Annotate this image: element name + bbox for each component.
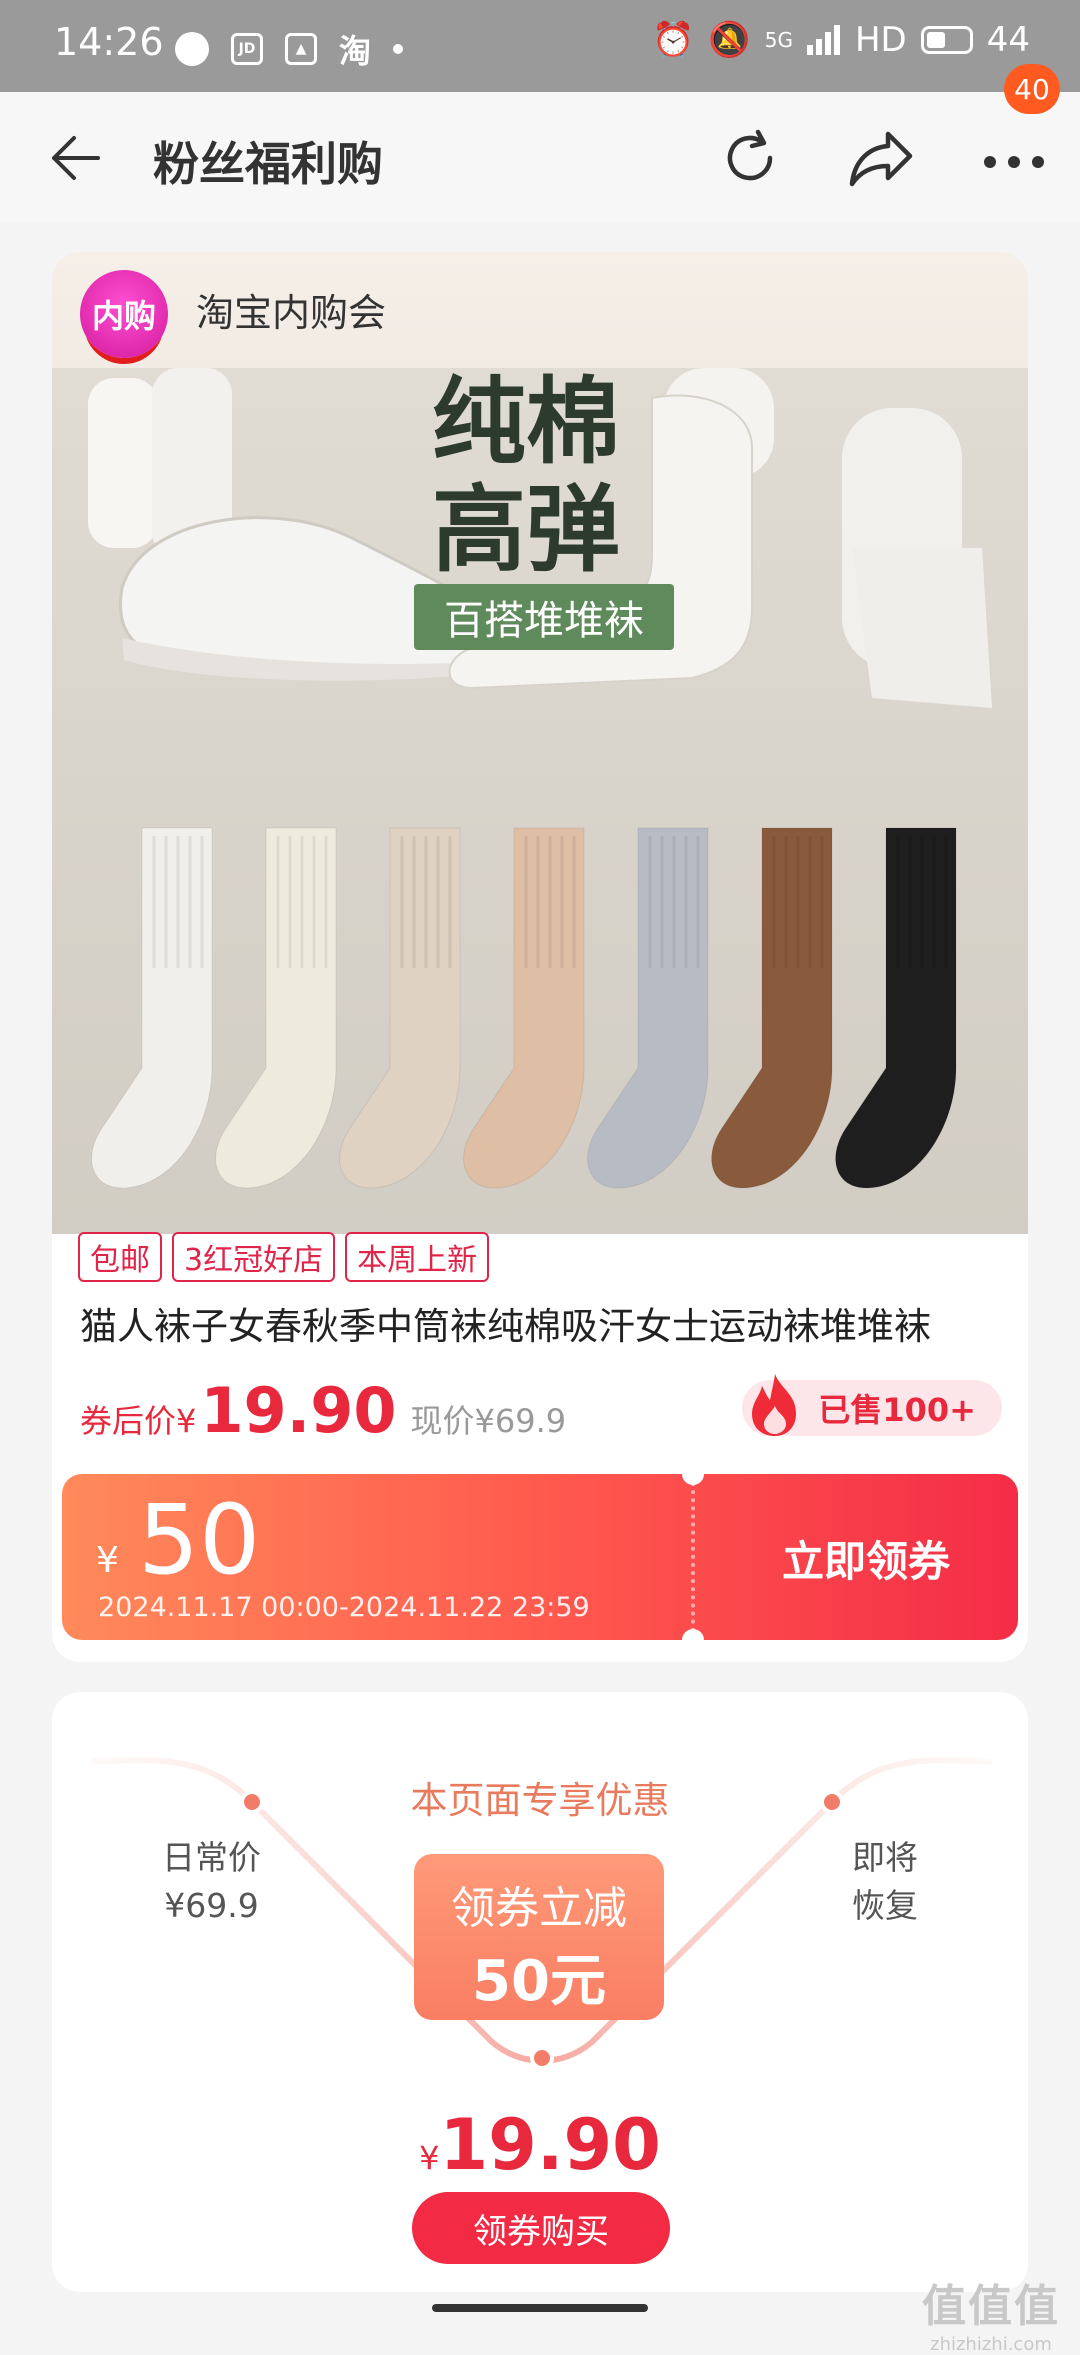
title-bar: 粉丝福利购 bbox=[0, 92, 1080, 222]
fire-icon bbox=[752, 1374, 797, 1436]
sock-6 bbox=[711, 827, 833, 1189]
page-title: 粉丝福利购 bbox=[153, 137, 383, 191]
product-card: 内购 淘宝内购会 纯棉 高弹 百搭堆堆袜 包邮 3红冠好店 本周上新 猫人袜子女… bbox=[52, 252, 1028, 1662]
coupon-notch-bottom bbox=[682, 1629, 704, 1640]
battery-icon bbox=[920, 26, 973, 54]
after-coupon-label: 券后价 bbox=[80, 1402, 177, 1440]
alarm-icon: ⏰ bbox=[652, 20, 695, 60]
claim-coupon-button[interactable]: 立即领券 bbox=[782, 1528, 950, 1589]
sock-7 bbox=[835, 827, 957, 1189]
discount-box: 领券立减 50元 bbox=[414, 1854, 664, 2020]
more-notifications-icon bbox=[393, 44, 404, 54]
daily-price-value: ¥69.9 bbox=[164, 1886, 259, 1925]
shop-name: 淘宝内购会 bbox=[196, 291, 387, 335]
coupon-validity: 2024.11.17 00:00-2024.11.22 23:59 bbox=[98, 1592, 590, 1623]
daily-price-label: 日常价 bbox=[162, 1838, 261, 1877]
more-icon[interactable] bbox=[982, 142, 1046, 182]
tag-good-shop: 3红冠好店 bbox=[172, 1232, 336, 1282]
sock-3 bbox=[339, 827, 461, 1189]
coupon-notch-top bbox=[682, 1474, 704, 1485]
chat-bubble-icon bbox=[175, 32, 209, 66]
sock-4 bbox=[463, 827, 585, 1189]
sock-2 bbox=[215, 827, 337, 1189]
sold-label: 已售100+ bbox=[818, 1391, 976, 1429]
watermark: 值值值 zhizhizhi.com bbox=[922, 2281, 1060, 2355]
final-price: ¥19.90 bbox=[419, 2104, 661, 2186]
tag-new-this-week: 本周上新 bbox=[345, 1232, 490, 1282]
coupon-amount: 50 bbox=[138, 1484, 261, 1596]
restore-block: 即将 恢复 bbox=[852, 1838, 918, 1925]
buy-with-coupon-button[interactable]: 领券购买 bbox=[412, 2192, 670, 2264]
product-tags: 包邮 3红冠好店 本周上新 bbox=[78, 1232, 490, 1282]
back-arrow-icon[interactable] bbox=[44, 128, 104, 188]
sold-count: 已售100+ bbox=[742, 1374, 1002, 1436]
status-bar: 14:26 JD ▲ 淘 ⏰ 🔕 5G HD 44 bbox=[0, 0, 1080, 92]
discount-label: 领券立减 bbox=[451, 1883, 627, 1934]
hd-label: HD bbox=[854, 20, 907, 60]
jd-app-icon: JD bbox=[231, 33, 263, 65]
tag-free-shipping: 包邮 bbox=[78, 1232, 162, 1282]
gallery-icon: ▲ bbox=[285, 33, 317, 65]
image-tagline: 百搭堆堆袜 bbox=[414, 584, 674, 650]
price-row: 券后价 ¥ 19.90 现价¥69.9 bbox=[80, 1374, 566, 1447]
exclusive-offer-title: 本页面专享优惠 bbox=[410, 1779, 670, 1822]
mute-icon: 🔕 bbox=[708, 20, 751, 60]
notification-icons: JD ▲ 淘 bbox=[175, 26, 404, 72]
sock-5 bbox=[587, 827, 709, 1189]
shop-row[interactable]: 内购 淘宝内购会 bbox=[52, 252, 1028, 368]
product-image[interactable]: 纯棉 高弹 百搭堆堆袜 bbox=[52, 368, 1028, 1234]
daily-price-block: 日常价 ¥69.9 bbox=[162, 1834, 261, 1930]
coupon-divider bbox=[691, 1474, 695, 1640]
discount-amount: 50元 bbox=[472, 1949, 606, 2014]
shop-logo: 内购 bbox=[80, 270, 168, 358]
image-headline: 纯棉 高弹 bbox=[432, 368, 621, 585]
signal-icon bbox=[806, 25, 840, 55]
sock-1 bbox=[91, 827, 213, 1189]
status-time: 14:26 bbox=[54, 20, 164, 64]
refresh-icon[interactable] bbox=[718, 126, 782, 190]
currency-symbol: ¥ bbox=[176, 1402, 197, 1440]
network-label: 5G bbox=[764, 28, 793, 52]
taobao-app-icon: 淘 bbox=[339, 32, 372, 70]
current-price: 现价¥69.9 bbox=[410, 1402, 567, 1440]
share-icon[interactable] bbox=[848, 126, 916, 190]
system-indicators: ⏰ 🔕 5G HD 44 bbox=[652, 20, 1030, 60]
sock-lineup bbox=[91, 827, 957, 1189]
product-title[interactable]: 猫人袜子女春秋季中筒袜纯棉吸汗女士运动袜堆堆袜 bbox=[80, 1296, 1000, 1350]
coupon-banner[interactable]: ¥ 50 2024.11.17 00:00-2024.11.22 23:59 立… bbox=[62, 1474, 1018, 1640]
battery-level: 44 bbox=[986, 20, 1030, 60]
after-coupon-price: 19.90 bbox=[200, 1374, 397, 1447]
promo-card: 本页面专享优惠 日常价 ¥69.9 即将 恢复 领券立减 50元 ¥19.90 … bbox=[52, 1692, 1028, 2292]
coupon-currency: ¥ bbox=[96, 1540, 119, 1581]
home-indicator[interactable] bbox=[432, 2304, 648, 2312]
message-count-badge: 40 bbox=[1004, 64, 1060, 114]
